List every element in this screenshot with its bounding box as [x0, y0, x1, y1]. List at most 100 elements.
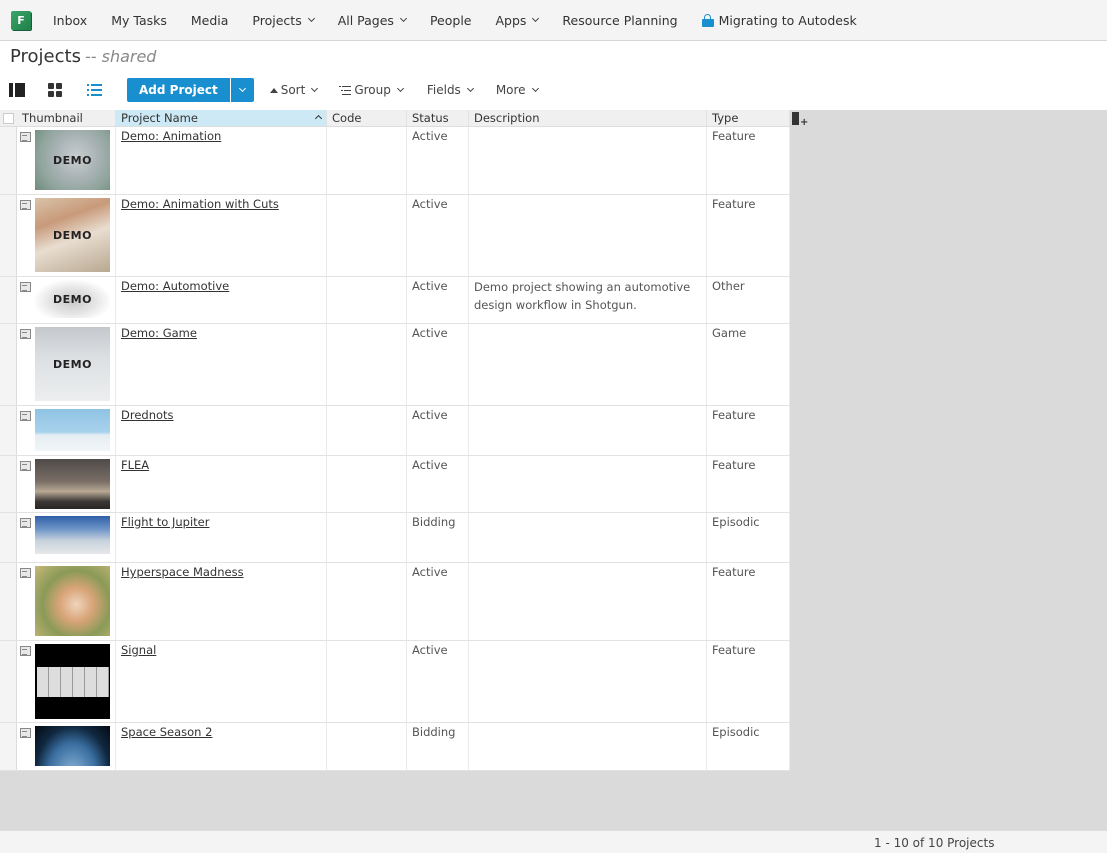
- description-cell[interactable]: [469, 324, 707, 405]
- status-cell[interactable]: Active: [407, 277, 469, 323]
- table-row[interactable]: FLEA Active Feature: [0, 456, 790, 513]
- row-select-handle[interactable]: [0, 277, 17, 323]
- code-cell[interactable]: [327, 641, 407, 722]
- project-thumbnail[interactable]: [35, 566, 110, 636]
- fields-menu[interactable]: Fields: [427, 83, 474, 97]
- project-name-link[interactable]: Flight to Jupiter: [121, 515, 209, 529]
- code-cell[interactable]: [327, 723, 407, 770]
- project-name-link[interactable]: Demo: Animation: [121, 129, 221, 143]
- project-name-link[interactable]: Demo: Game: [121, 326, 197, 340]
- project-name-link[interactable]: Space Season 2: [121, 725, 212, 739]
- nav-people[interactable]: People: [430, 13, 472, 28]
- detail-view-icon[interactable]: [20, 329, 31, 339]
- type-cell[interactable]: Feature: [707, 406, 790, 455]
- select-all-checkbox[interactable]: [3, 113, 14, 124]
- nav-all-pages[interactable]: All Pages: [338, 13, 407, 28]
- list-view-icon[interactable]: [87, 83, 102, 97]
- nav-projects[interactable]: Projects: [252, 13, 315, 28]
- status-cell[interactable]: Active: [407, 641, 469, 722]
- header-type[interactable]: Type: [707, 110, 790, 126]
- type-cell[interactable]: Feature: [707, 641, 790, 722]
- nav-migrating[interactable]: Migrating to Autodesk: [701, 13, 857, 28]
- status-cell[interactable]: Active: [407, 324, 469, 405]
- add-project-button[interactable]: Add Project: [127, 78, 230, 102]
- app-logo[interactable]: F: [11, 10, 31, 30]
- code-cell[interactable]: [327, 127, 407, 194]
- description-cell[interactable]: [469, 563, 707, 640]
- header-code[interactable]: Code: [327, 110, 407, 126]
- table-row[interactable]: DEMO Demo: Animation with Cuts Active Featu…: [0, 195, 790, 277]
- row-select-handle[interactable]: [0, 641, 17, 722]
- project-thumbnail[interactable]: DEMO: [35, 280, 110, 318]
- type-cell[interactable]: Game: [707, 324, 790, 405]
- project-thumbnail[interactable]: [35, 726, 110, 766]
- project-thumbnail[interactable]: [35, 459, 110, 509]
- status-cell[interactable]: Active: [407, 456, 469, 512]
- table-row[interactable]: DEMO Demo: Game Active Game: [0, 324, 790, 406]
- table-row[interactable]: DEMO Demo: Animation Active Feature: [0, 127, 790, 195]
- code-cell[interactable]: [327, 513, 407, 562]
- description-cell[interactable]: [469, 513, 707, 562]
- detail-view-icon[interactable]: [20, 518, 31, 528]
- status-cell[interactable]: Bidding: [407, 723, 469, 770]
- status-cell[interactable]: Active: [407, 563, 469, 640]
- header-description[interactable]: Description: [469, 110, 707, 126]
- type-cell[interactable]: Feature: [707, 127, 790, 194]
- type-cell[interactable]: Other: [707, 277, 790, 323]
- nav-apps[interactable]: Apps: [495, 13, 540, 28]
- table-row[interactable]: DEMO Demo: Automotive Active Demo project s…: [0, 277, 790, 324]
- sort-menu[interactable]: Sort: [269, 83, 319, 97]
- table-row[interactable]: Space Season 2 Bidding Episodic: [0, 723, 790, 771]
- detail-view-icon[interactable]: [9, 83, 25, 97]
- type-cell[interactable]: Feature: [707, 456, 790, 512]
- table-row[interactable]: Hyperspace Madness Active Feature: [0, 563, 790, 641]
- table-row[interactable]: Drednots Active Feature: [0, 406, 790, 456]
- type-cell[interactable]: Episodic: [707, 513, 790, 562]
- status-cell[interactable]: Active: [407, 406, 469, 455]
- row-select-handle[interactable]: [0, 513, 17, 562]
- description-cell[interactable]: [469, 127, 707, 194]
- detail-view-icon[interactable]: [20, 728, 31, 738]
- thumbnail-grid-icon[interactable]: [48, 83, 62, 97]
- project-thumbnail[interactable]: DEMO: [35, 327, 110, 401]
- row-select-handle[interactable]: [0, 324, 17, 405]
- code-cell[interactable]: [327, 277, 407, 323]
- project-thumbnail[interactable]: [35, 409, 110, 451]
- detail-view-icon[interactable]: [20, 646, 31, 656]
- detail-view-icon[interactable]: [20, 411, 31, 421]
- nav-resource-planning[interactable]: Resource Planning: [562, 13, 677, 28]
- description-cell[interactable]: [469, 195, 707, 276]
- project-thumbnail[interactable]: DEMO: [35, 198, 110, 272]
- project-name-link[interactable]: Demo: Automotive: [121, 279, 229, 293]
- header-thumbnail[interactable]: Thumbnail: [17, 110, 116, 126]
- description-cell[interactable]: Demo project showing an automotive desig…: [469, 277, 707, 323]
- code-cell[interactable]: [327, 406, 407, 455]
- code-cell[interactable]: [327, 563, 407, 640]
- nav-my-tasks[interactable]: My Tasks: [111, 13, 167, 28]
- status-cell[interactable]: Bidding: [407, 513, 469, 562]
- description-cell[interactable]: [469, 641, 707, 722]
- row-select-handle[interactable]: [0, 406, 17, 455]
- project-name-link[interactable]: FLEA: [121, 458, 149, 472]
- project-name-link[interactable]: Hyperspace Madness: [121, 565, 244, 579]
- detail-view-icon[interactable]: [20, 282, 31, 292]
- description-cell[interactable]: [469, 456, 707, 512]
- detail-view-icon[interactable]: [20, 568, 31, 578]
- description-cell[interactable]: [469, 406, 707, 455]
- table-row[interactable]: Flight to Jupiter Bidding Episodic: [0, 513, 790, 563]
- project-thumbnail[interactable]: [35, 644, 110, 719]
- detail-view-icon[interactable]: [20, 461, 31, 471]
- status-cell[interactable]: Active: [407, 195, 469, 276]
- row-select-handle[interactable]: [0, 127, 17, 194]
- row-select-handle[interactable]: [0, 723, 17, 770]
- group-menu[interactable]: Group: [339, 83, 404, 97]
- more-menu[interactable]: More: [496, 83, 539, 97]
- type-cell[interactable]: Episodic: [707, 723, 790, 770]
- row-select-handle[interactable]: [0, 195, 17, 276]
- type-cell[interactable]: Feature: [707, 195, 790, 276]
- code-cell[interactable]: [327, 456, 407, 512]
- project-thumbnail[interactable]: [35, 516, 110, 554]
- add-project-dropdown[interactable]: [229, 78, 254, 102]
- code-cell[interactable]: [327, 324, 407, 405]
- nav-inbox[interactable]: Inbox: [53, 13, 87, 28]
